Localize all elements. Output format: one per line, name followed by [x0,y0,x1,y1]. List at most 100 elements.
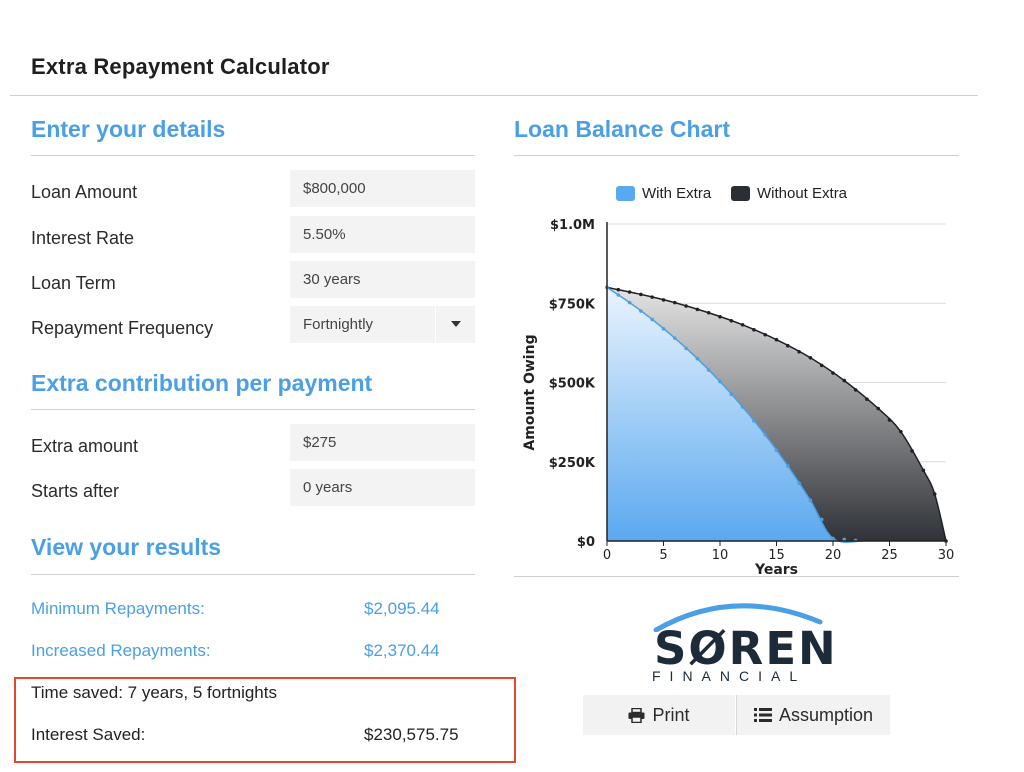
series-point [718,379,722,384]
series-point [763,332,767,337]
series-point [932,492,937,496]
y-tick-label: $0 [577,535,595,550]
results-divider [31,574,475,575]
chart-heading-divider [514,155,959,156]
loan-balance-chart: $0 $250K $500K $750K $1.0M 0 5 10 15 20 25 30 Amoun… [522,218,954,578]
series-point [797,349,801,354]
series-point [910,449,914,453]
series-point [763,433,767,437]
interest-saved-label: Interest Saved: [31,725,146,744]
assumption-label: Assumption [778,704,874,725]
series-point [740,323,745,327]
loan-term-label: Loan Term [31,273,116,293]
series-point [831,536,835,541]
series-point [899,429,903,434]
y-tick-label: $750K [549,297,596,312]
y-tick-label: $250K [549,456,596,471]
series-point [718,314,722,319]
series-point [729,392,734,397]
series-point [808,498,813,503]
extra-heading: Extra contribution per payment [31,370,373,396]
series-point [921,468,926,473]
series-point [684,304,688,308]
details-heading: Enter your details [31,116,226,142]
results-heading: View your results [31,534,222,560]
series-point [650,317,654,322]
loan-amount-label: Loan Amount [31,182,138,202]
series-point [774,337,779,342]
series-point [797,481,801,485]
chart-bottom-divider [514,576,959,577]
starts-after-label: Starts after [31,481,120,501]
series-point [876,406,880,411]
printer-icon [628,707,645,723]
starts-after-input[interactable] [290,469,475,506]
assumption-button[interactable]: Assumption [737,695,890,735]
series-point [616,287,621,292]
loan-amount-input[interactable] [290,170,475,207]
series-point [695,356,700,361]
series-point [639,309,643,313]
y-tick-label: $500K [549,377,596,392]
series-point [706,310,711,315]
series-point [842,378,847,383]
series-point [865,397,869,401]
series-point [786,464,790,468]
series-point [729,318,734,323]
series-point [831,371,835,375]
minimum-repayments-label: Minimum Repayments: [31,599,205,618]
print-label: Print [652,704,690,725]
x-tick-label: 10 [712,548,729,563]
x-tick-label: 5 [659,548,667,563]
logo-subtitle: FINANCIAL [652,668,807,684]
page-title: Extra Repayment Calculator [31,54,330,79]
interest-saved-value: $230,575.75 [364,725,459,744]
x-tick-label: 15 [768,548,785,563]
repayment-frequency-select[interactable]: Fortnightly [290,306,475,343]
series-point [774,448,779,453]
series-point [650,295,654,299]
increased-repayments-label: Increased Repayments: [31,641,211,660]
print-button[interactable]: Print [583,695,735,735]
x-tick-label: 25 [881,548,898,563]
repayment-frequency-label: Repayment Frequency [31,318,214,338]
chevron-down-icon[interactable] [451,321,461,327]
series-point [673,300,677,305]
series-point [819,363,824,368]
repayment-frequency-value: Fortnightly [303,316,374,333]
x-tick-label: 20 [825,548,842,563]
series-point [887,418,892,422]
legend-swatch-without-extra [731,186,750,201]
series-point [627,290,632,294]
interest-rate-label: Interest Rate [31,228,135,248]
series-point [661,298,666,302]
series-point [808,355,813,360]
title-divider [10,95,978,96]
series-point [706,368,711,372]
select-divider [435,306,436,343]
series-point [673,336,677,340]
series-point [853,388,858,392]
series-point [695,307,700,312]
y-axis-title: Amount Owing [522,334,538,450]
series-point [639,292,643,297]
series-point [661,326,666,331]
extra-divider [31,409,475,410]
minimum-repayments-value: $2,095.44 [364,599,440,618]
soren-financial-logo: SØREN FINANCIAL [648,592,836,688]
series-point [752,327,756,332]
series-point [786,343,790,348]
extra-amount-input[interactable] [290,424,475,461]
series-point [752,419,756,423]
time-saved-text: Time saved: 7 years, 5 fortnights [31,683,277,702]
series-point [684,346,688,351]
legend-swatch-with-extra [616,186,635,201]
chart-areas [606,286,947,543]
series-point [627,300,632,305]
interest-rate-input[interactable] [290,216,475,253]
series-point [740,405,745,409]
details-divider [31,155,475,156]
chart-heading: Loan Balance Chart [514,116,730,142]
list-icon [753,708,772,722]
loan-term-input[interactable] [290,261,475,298]
